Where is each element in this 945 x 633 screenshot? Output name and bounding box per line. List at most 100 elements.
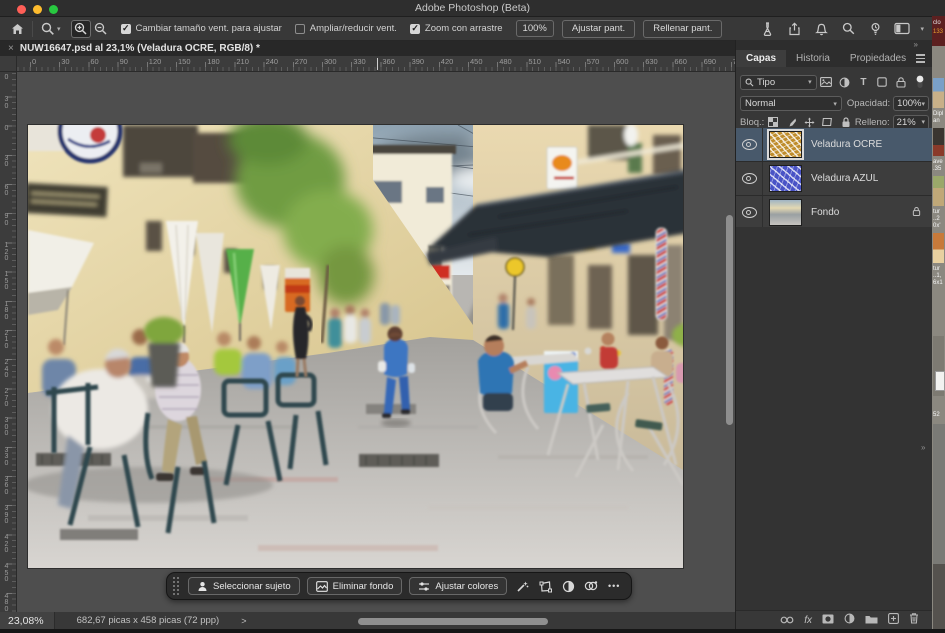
collapse-panels-icon[interactable]: »: [914, 40, 919, 49]
fill-screen-button[interactable]: Rellenar pant.: [643, 20, 722, 38]
lock-position-move-icon[interactable]: [803, 115, 816, 129]
layer-name[interactable]: Veladura AZUL: [811, 173, 878, 184]
window-title: Adobe Photoshop (Beta): [0, 2, 945, 14]
beta-flask-icon[interactable]: [758, 20, 776, 38]
layer-row-veladura-azul[interactable]: Veladura AZUL: [736, 162, 933, 196]
harmonize-icon[interactable]: [583, 578, 599, 594]
h-ruler-label: 570: [587, 57, 600, 66]
background-window-fragment: clo 133: [932, 16, 945, 46]
v-ruler-label: 0: [1, 126, 12, 133]
layer-visibility-toggle[interactable]: [736, 196, 763, 229]
status-chevron-icon[interactable]: >: [241, 616, 246, 626]
h-ruler-label: 330: [353, 57, 366, 66]
h-ruler-label: 510: [528, 57, 541, 66]
new-layer-icon[interactable]: [888, 611, 899, 629]
fit-screen-button[interactable]: Ajustar pant.: [562, 20, 635, 38]
adjustment-icon[interactable]: [560, 578, 576, 594]
h-ruler-label: 420: [441, 57, 454, 66]
new-adjustment-layer-icon[interactable]: [844, 611, 855, 629]
layer-visibility-toggle[interactable]: [736, 128, 763, 161]
more-options-icon[interactable]: •••: [606, 578, 622, 594]
tab-propiedades[interactable]: Propiedades: [840, 50, 916, 67]
layer-visibility-toggle[interactable]: [736, 162, 763, 195]
checkbox-unchecked-icon: [295, 24, 305, 34]
zoom-percentage-field[interactable]: 100%: [516, 20, 554, 37]
layer-row-veladura-ocre[interactable]: Veladura OCRE: [736, 128, 933, 162]
home-icon[interactable]: [8, 20, 26, 38]
filter-type-layers-icon[interactable]: T: [857, 75, 871, 89]
ruler-origin-corner[interactable]: [0, 56, 17, 72]
layer-style-fx-icon[interactable]: fx: [804, 615, 812, 626]
taskbar-drag-handle[interactable]: [173, 577, 179, 595]
lock-artboard-icon[interactable]: [821, 115, 834, 129]
checkbox-checked-icon: [121, 24, 131, 34]
filter-toggle-switch[interactable]: [913, 75, 927, 89]
adjust-colors-button[interactable]: Ajustar colores: [409, 577, 507, 595]
file-caption: tur: [933, 266, 945, 273]
ruler-cursor-marker: [377, 58, 378, 70]
link-layers-icon[interactable]: [780, 611, 794, 629]
add-layer-mask-icon[interactable]: [822, 611, 834, 629]
zoom-all-windows-checkbox[interactable]: Ampliar/reducir vent.: [295, 23, 397, 34]
opacity-field[interactable]: 100% ▾: [893, 96, 929, 111]
delete-layer-trash-icon[interactable]: [909, 611, 919, 629]
resize-window-checkbox[interactable]: Cambiar tamaño vent. para ajustar: [121, 23, 282, 34]
filter-shape-layers-icon[interactable]: [875, 75, 889, 89]
filter-type-label: Tipo: [757, 77, 775, 88]
layer-name[interactable]: Veladura OCRE: [811, 139, 882, 150]
eye-icon: [742, 139, 757, 150]
panel-dock: » Capas Historia Propiedades Tipo ▾ T: [735, 40, 933, 629]
layer-thumbnail[interactable]: [769, 165, 802, 192]
search-icon[interactable]: [839, 20, 857, 38]
lock-all-icon[interactable]: [839, 115, 852, 129]
workspace-switcher-icon[interactable]: [893, 20, 911, 38]
transform-icon[interactable]: [537, 578, 553, 594]
v-ruler-label: 300: [1, 418, 12, 438]
vertical-scrollbar[interactable]: [726, 215, 733, 425]
tab-historia[interactable]: Historia: [786, 50, 840, 67]
blend-mode-combo[interactable]: Normal ▾: [740, 96, 842, 111]
new-group-folder-icon[interactable]: [865, 611, 878, 629]
remove-background-button[interactable]: Eliminar fondo: [307, 577, 403, 595]
zoom-in-button[interactable]: [71, 20, 91, 38]
document-tab-title[interactable]: NUW16647.psd al 23,1% (Veladura OCRE, RG…: [20, 43, 260, 54]
street-photo-canvas[interactable]: [28, 125, 683, 568]
tool-chevron-down-icon[interactable]: ▾: [57, 25, 61, 33]
status-zoom-level[interactable]: 23,08%: [0, 612, 55, 629]
zoom-out-button[interactable]: [91, 20, 111, 38]
layer-filter-type-combo[interactable]: Tipo ▾: [740, 75, 817, 90]
layer-lock-icon: [912, 204, 921, 222]
workspace-chevron-down-icon[interactable]: ▾: [920, 25, 924, 33]
discover-lightbulb-icon[interactable]: [866, 20, 884, 38]
filter-smart-objects-icon[interactable]: [894, 75, 908, 89]
layer-row-fondo[interactable]: Fondo: [736, 196, 933, 230]
share-icon[interactable]: [785, 20, 803, 38]
vertical-ruler[interactable]: 6030030609012015018021024027030033036039…: [0, 56, 17, 612]
tab-capas[interactable]: Capas: [736, 50, 786, 67]
select-subject-button[interactable]: Seleccionar sujeto: [188, 577, 300, 595]
eye-icon: [742, 173, 757, 184]
lock-pixels-brush-icon[interactable]: [785, 115, 798, 129]
file-caption: ave: [933, 159, 945, 166]
scrubby-zoom-checkbox[interactable]: Zoom con arrastre: [410, 23, 503, 34]
h-ruler-label: 0: [32, 57, 36, 66]
file-caption: tur: [933, 209, 945, 216]
horizontal-scrollbar[interactable]: [358, 618, 548, 625]
resize-window-label: Cambiar tamaño vent. para ajustar: [136, 23, 282, 34]
filter-pixel-layers-icon[interactable]: [819, 75, 833, 89]
filter-adjustment-layers-icon[interactable]: [838, 75, 852, 89]
zoom-tool-icon[interactable]: [39, 20, 57, 38]
horizontal-ruler[interactable]: 0306090120150180210240270300330360390420…: [16, 56, 735, 72]
lock-label: Bloq.:: [740, 117, 764, 128]
collapse-dock-icon[interactable]: »: [921, 443, 926, 452]
photoshop-window: Adobe Photoshop (Beta) ▾ Cambiar tamaño …: [0, 0, 945, 633]
generative-wand-icon[interactable]: [514, 578, 530, 594]
layer-thumbnail[interactable]: [769, 199, 802, 226]
lock-transparency-icon[interactable]: [766, 115, 779, 129]
close-document-icon[interactable]: ×: [8, 43, 14, 54]
layer-thumbnail[interactable]: [769, 131, 802, 158]
panel-menu-icon[interactable]: [916, 52, 925, 65]
fill-value: 21%: [897, 117, 916, 128]
layer-name[interactable]: Fondo: [811, 207, 839, 218]
notifications-bell-icon[interactable]: [812, 20, 830, 38]
